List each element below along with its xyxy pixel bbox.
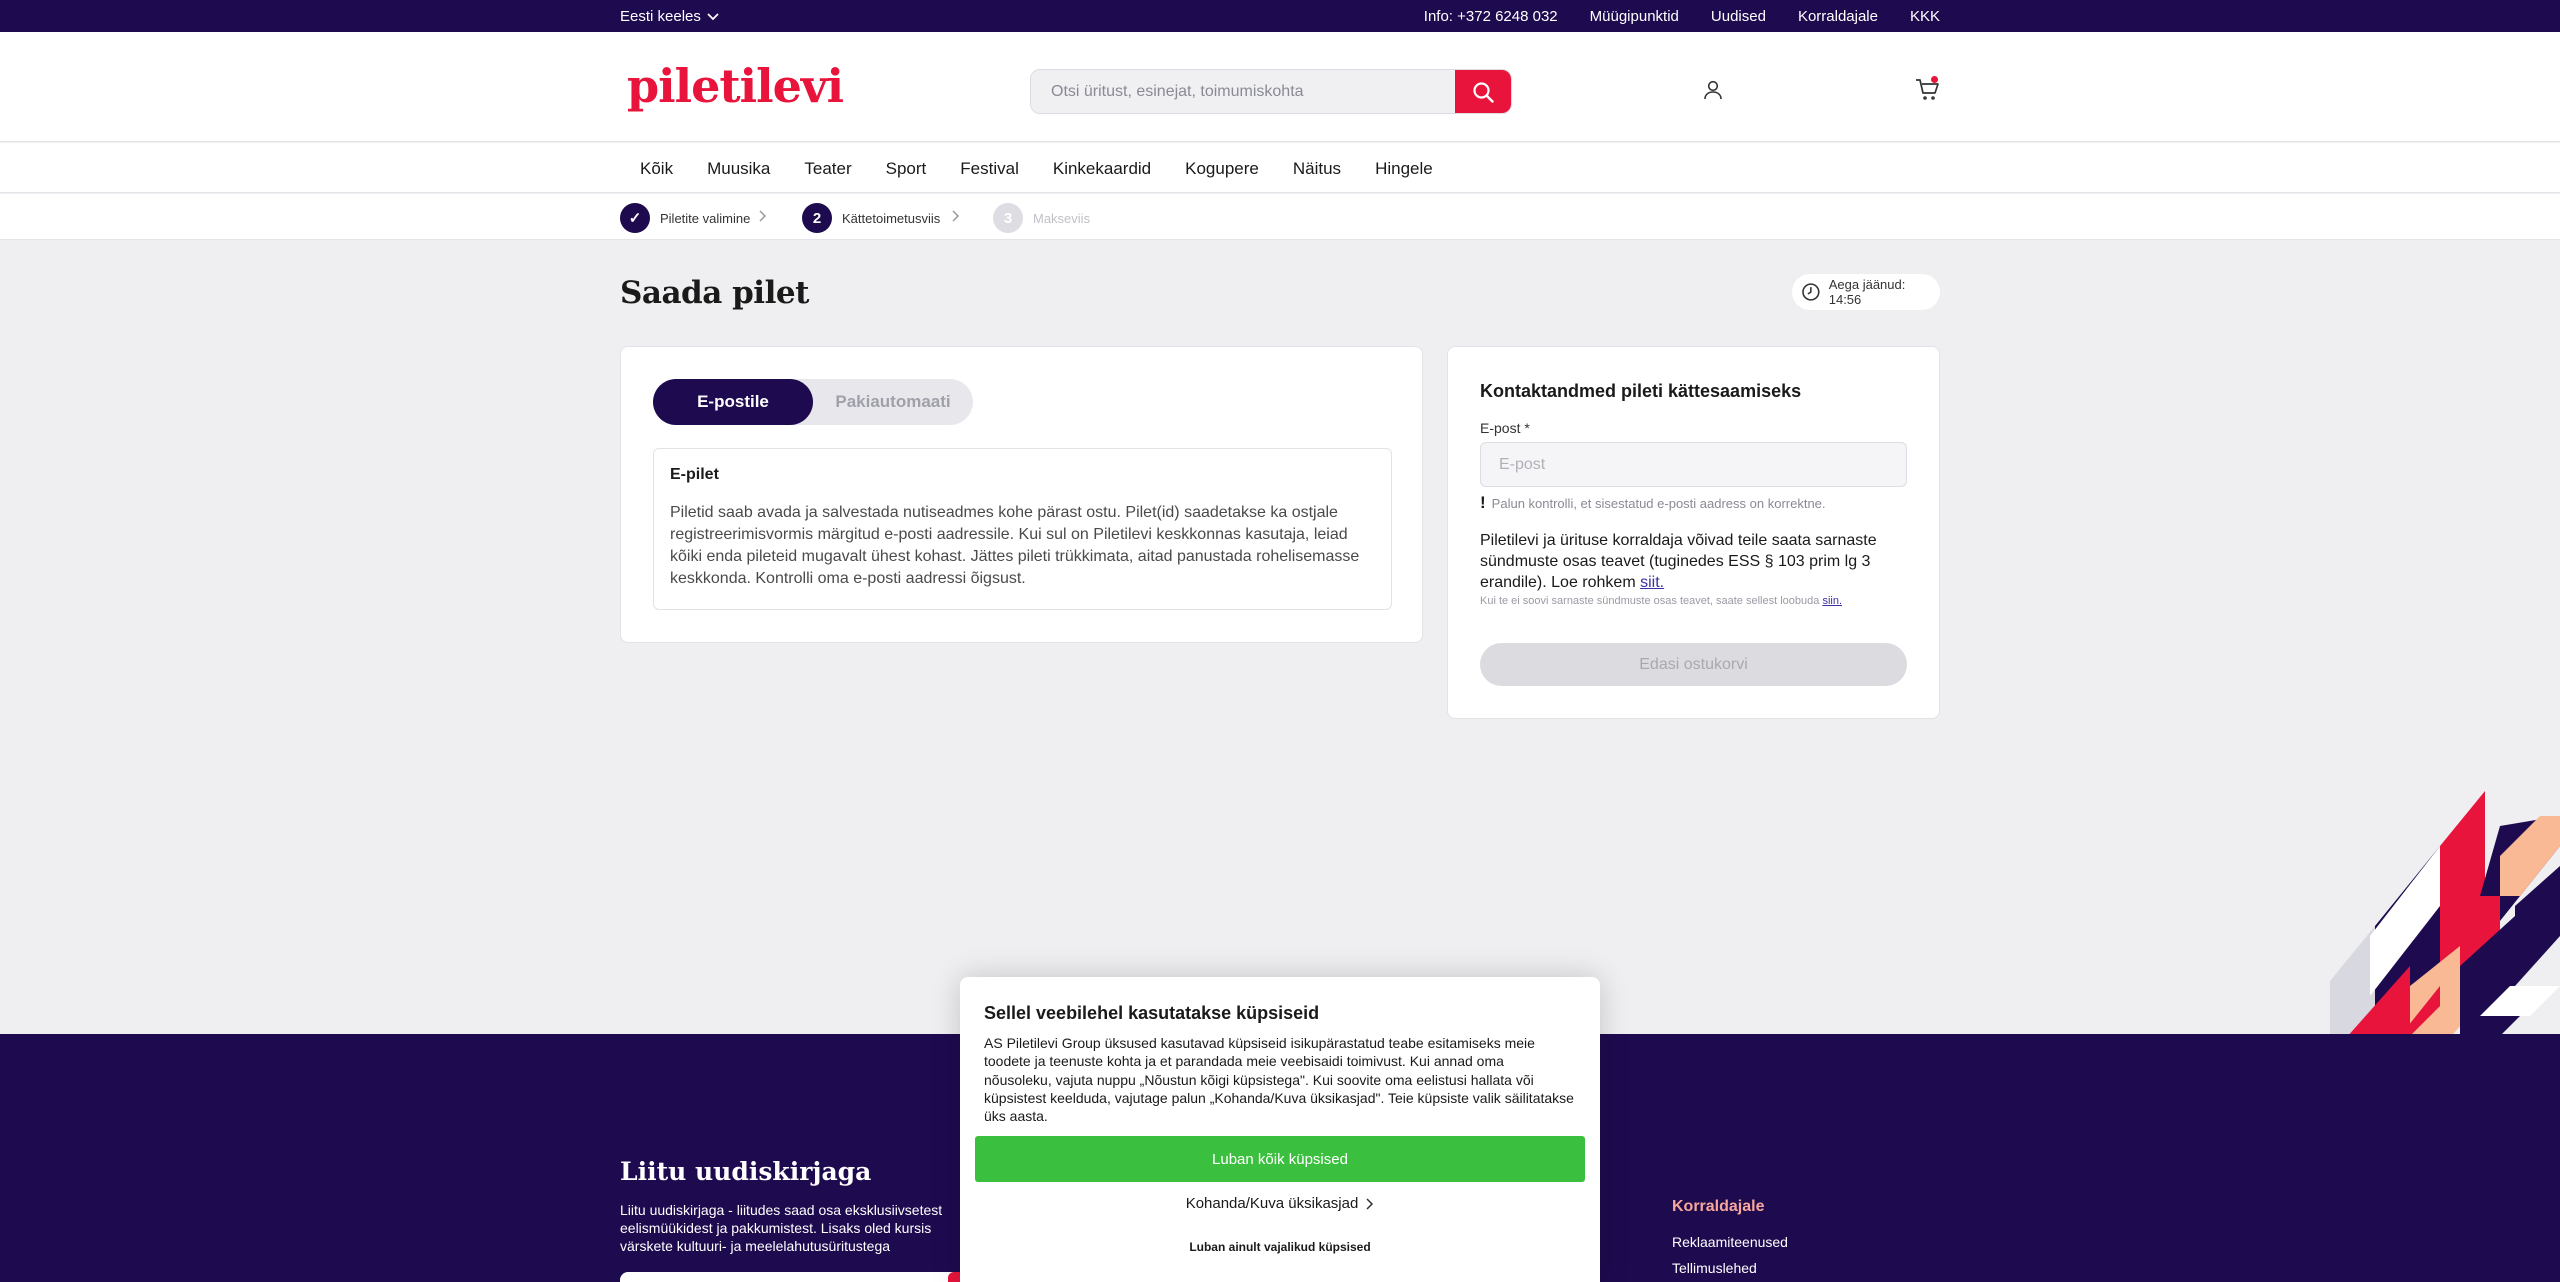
- cookie-text: AS Piletilevi Group üksused kasutavad kü…: [984, 1035, 1574, 1125]
- email-warning: ! Palun kontrolli, et sisestatud e-posti…: [1480, 493, 1826, 513]
- customize-label: Kohanda/Kuva üksikasjad: [1185, 1195, 1359, 1212]
- contact-title: Kontaktandmed pileti kättesaamiseks: [1480, 381, 1802, 401]
- nav-item-music[interactable]: Muusika: [707, 159, 770, 179]
- accept-all-cookies-button[interactable]: Luban kõik küpsised: [975, 1136, 1585, 1182]
- nav-item-soul[interactable]: Hingele: [1375, 159, 1433, 179]
- opt-out-link[interactable]: siin.: [1822, 595, 1842, 607]
- warning-text: Palun kontrolli, et sisestatud e-posti a…: [1491, 495, 1826, 511]
- delivery-method-card: E-postile Pakiautomaati E-pilet Piletid …: [620, 346, 1423, 643]
- marketing-info-text: Piletilevi ja ürituse korraldaja võivad …: [1480, 532, 1877, 591]
- checkout-steps: ✓ Piletite valimine 2 Kättetoimetusviis …: [0, 194, 2560, 240]
- organizers-link[interactable]: Korraldajale: [1798, 8, 1878, 25]
- step-delivery-method: 2 Kättetoimetusviis: [802, 203, 940, 233]
- chevron-right-icon: [1366, 1197, 1374, 1210]
- newsletter-text: Liitu uudiskirjaga - liitudes saad osa e…: [620, 1202, 943, 1254]
- footer-organizers-title: Korraldajale: [1672, 1198, 1765, 1215]
- top-links: Info: +372 6248 032 Müügipunktid Uudised…: [1424, 8, 1940, 25]
- account-button[interactable]: [1702, 79, 1724, 106]
- opt-out-text: Kui te ei soovi sarnaste sündmuste osas …: [1480, 595, 1820, 607]
- cookie-consent-dialog: Sellel veebilehel kasutatakse küpsiseid …: [960, 977, 1600, 1282]
- search-icon: [1473, 81, 1494, 103]
- chevron-right-icon: [759, 210, 767, 222]
- nav-item-all[interactable]: Kõik: [640, 159, 673, 179]
- step-ticket-selection[interactable]: ✓ Piletite valimine: [620, 203, 750, 233]
- exclamation-icon: !: [1480, 493, 1486, 512]
- chevron-down-icon: [707, 12, 719, 20]
- read-more-link[interactable]: siit.: [1640, 574, 1664, 591]
- tab-email[interactable]: E-postile: [653, 379, 813, 425]
- nav-item-exhibition[interactable]: Näitus: [1293, 159, 1341, 179]
- e-ticket-description: Piletid saab avada ja salvestada nutisea…: [670, 504, 1360, 587]
- continue-to-cart-button[interactable]: Edasi ostukorvi: [1480, 643, 1907, 686]
- language-label: Eesti keeles: [620, 8, 701, 25]
- time-remaining-badge: Aega jäänud: 14:56: [1792, 274, 1940, 310]
- nav-item-family[interactable]: Kogupere: [1185, 159, 1259, 179]
- marketing-info: Piletilevi ja ürituse korraldaja võivad …: [1480, 530, 1920, 593]
- footer-link-order-forms[interactable]: Tellimuslehed: [1672, 1260, 1757, 1276]
- nav-item-theatre[interactable]: Teater: [804, 159, 851, 179]
- step-number: 2: [802, 203, 832, 233]
- info-phone-link[interactable]: Info: +372 6248 032: [1424, 8, 1558, 25]
- search-button[interactable]: [1455, 70, 1511, 113]
- newsletter-email-input[interactable]: [620, 1272, 960, 1282]
- top-bar: Eesti keeles Info: +372 6248 032 Müügipu…: [0, 0, 2560, 32]
- cart-badge: [1931, 76, 1938, 83]
- e-ticket-info-box: E-pilet Piletid saab avada ja salvestada…: [653, 448, 1392, 610]
- delivery-tabs: E-postile Pakiautomaati: [653, 379, 973, 425]
- footer-link-advertising[interactable]: Reklaamiteenused: [1672, 1234, 1788, 1250]
- email-label: E-post *: [1480, 420, 1530, 436]
- e-ticket-title: E-pilet: [670, 466, 719, 483]
- newsletter-title: Liitu uudiskirjaga: [620, 1157, 872, 1186]
- necessary-cookies-only-button[interactable]: Luban ainult vajalikud küpsised: [960, 1240, 1600, 1254]
- sales-points-link[interactable]: Müügipunktid: [1590, 8, 1679, 25]
- user-icon: [1704, 80, 1722, 100]
- logo[interactable]: piletilevi: [627, 59, 844, 113]
- faq-link[interactable]: KKK: [1910, 8, 1940, 25]
- clock-icon: [1802, 283, 1820, 301]
- step-label: Kättetoimetusviis: [842, 210, 941, 226]
- search-bar: [1030, 69, 1512, 114]
- step-number: 3: [993, 203, 1023, 233]
- email-field[interactable]: [1480, 442, 1907, 487]
- timer-text: Aega jäänud: 14:56: [1828, 277, 1906, 307]
- page-title: Saada pilet: [620, 275, 809, 311]
- step-payment-method: 3 Makseviis: [993, 203, 1090, 233]
- nav-item-festival[interactable]: Festival: [960, 159, 1019, 179]
- chevron-right-icon: [952, 210, 960, 222]
- opt-out-info: Kui te ei soovi sarnaste sündmuste osas …: [1480, 595, 1842, 607]
- nav-item-sport[interactable]: Sport: [886, 159, 927, 179]
- tab-parcel-locker[interactable]: Pakiautomaati: [813, 379, 973, 425]
- news-link[interactable]: Uudised: [1711, 8, 1766, 25]
- customize-cookies-button[interactable]: Kohanda/Kuva üksikasjad: [960, 1195, 1600, 1212]
- cookie-title: Sellel veebilehel kasutatakse küpsiseid: [984, 1003, 1320, 1023]
- step-label: Piletite valimine: [660, 210, 751, 226]
- category-nav: Kõik Muusika Teater Sport Festival Kinke…: [0, 143, 2560, 193]
- check-icon: ✓: [620, 203, 650, 233]
- search-input[interactable]: [1031, 70, 1457, 113]
- nav-item-gift-cards[interactable]: Kinkekaardid: [1053, 159, 1151, 179]
- step-label: Makseviis: [1033, 210, 1091, 226]
- contact-details-card: Kontaktandmed pileti kättesaamiseks E-po…: [1447, 346, 1940, 719]
- header: piletilevi: [0, 32, 2560, 142]
- language-selector[interactable]: Eesti keeles: [620, 8, 719, 25]
- cart-button[interactable]: [1915, 76, 1941, 107]
